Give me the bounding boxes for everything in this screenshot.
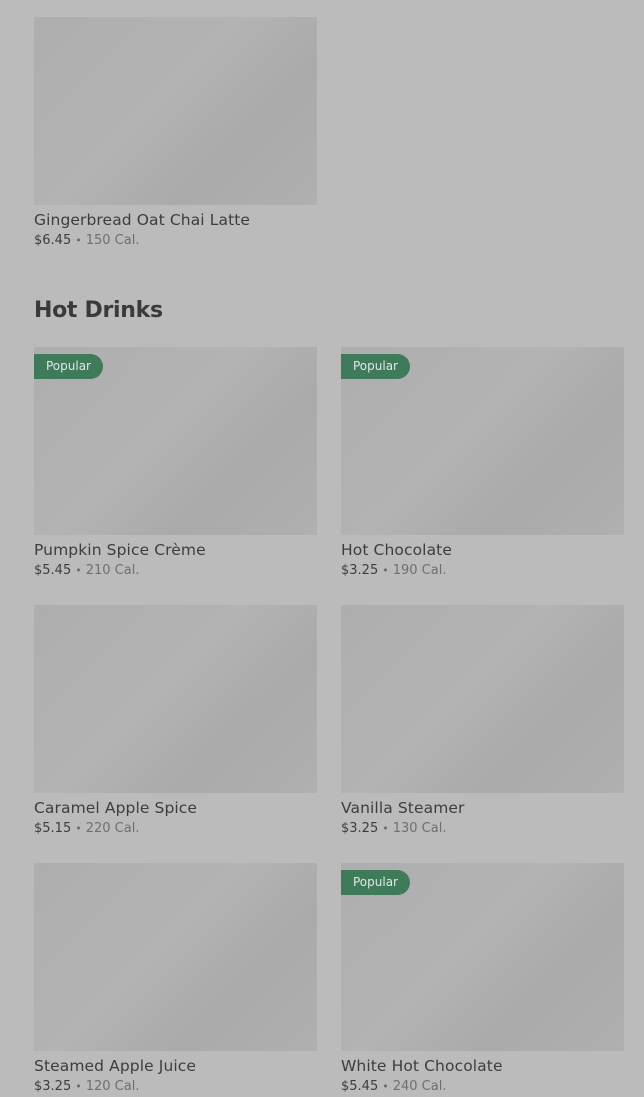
separator-dot: • <box>75 1080 82 1093</box>
popular-badge: Popular <box>341 870 410 895</box>
product-meta: $6.45 • 150 Cal. <box>34 231 317 251</box>
separator-dot: • <box>382 822 389 835</box>
product-image[interactable]: Popular <box>341 863 624 1051</box>
product-image[interactable] <box>34 863 317 1051</box>
product-image[interactable] <box>34 17 317 205</box>
product-calories: 210 Cal. <box>85 563 140 578</box>
product-meta: $3.25 • 190 Cal. <box>341 561 624 581</box>
product-name[interactable]: Gingerbread Oat Chai Latte <box>34 209 317 231</box>
menu-item-card[interactable]: Steamed Apple Juice $3.25 • 120 Cal. <box>34 863 317 1097</box>
product-meta: $5.45 • 240 Cal. <box>341 1077 624 1097</box>
product-meta: $5.15 • 220 Cal. <box>34 819 317 839</box>
separator-dot: • <box>382 564 389 577</box>
popular-badge: Popular <box>341 354 410 379</box>
popular-badge: Popular <box>34 354 103 379</box>
product-image[interactable]: Popular <box>341 347 624 535</box>
product-calories: 220 Cal. <box>85 821 140 836</box>
section-title: Hot Drinks <box>34 298 163 323</box>
menu-item-card[interactable]: Caramel Apple Spice $5.15 • 220 Cal. <box>34 605 317 839</box>
product-price: $5.45 <box>341 1079 379 1094</box>
separator-dot: • <box>75 564 82 577</box>
menu-item-card[interactable]: Popular Pumpkin Spice Crème $5.45 • 210 Ca… <box>34 347 317 581</box>
product-meta: $3.25 • 120 Cal. <box>34 1077 317 1097</box>
product-price: $5.15 <box>34 821 72 836</box>
product-name[interactable]: Pumpkin Spice Crème <box>34 539 317 561</box>
menu-item-card[interactable]: Popular White Hot Chocolate $5.45 • 240 Ca… <box>341 863 624 1097</box>
menu-item-card[interactable]: Vanilla Steamer $3.25 • 130 Cal. <box>341 605 624 839</box>
product-price: $3.25 <box>341 563 379 578</box>
product-image[interactable] <box>34 605 317 793</box>
product-name[interactable]: Caramel Apple Spice <box>34 797 317 819</box>
product-price: $3.25 <box>34 1079 72 1094</box>
product-price: $5.45 <box>34 563 72 578</box>
product-image[interactable]: Popular <box>34 347 317 535</box>
product-price: $3.25 <box>341 821 379 836</box>
product-calories: 240 Cal. <box>392 1079 447 1094</box>
product-image[interactable] <box>341 605 624 793</box>
product-name[interactable]: White Hot Chocolate <box>341 1055 624 1077</box>
menu-page: Gingerbread Oat Chai Latte $6.45 • 150 Cal… <box>0 0 644 1096</box>
product-meta: $3.25 • 130 Cal. <box>341 819 624 839</box>
product-calories: 150 Cal. <box>85 233 140 248</box>
product-price: $6.45 <box>34 233 72 248</box>
menu-item-card[interactable]: Gingerbread Oat Chai Latte $6.45 • 150 Cal… <box>34 17 317 251</box>
product-calories: 190 Cal. <box>392 563 447 578</box>
product-calories: 130 Cal. <box>392 821 447 836</box>
menu-item-card[interactable]: Popular Hot Chocolate $3.25 • 190 Cal. <box>341 347 624 581</box>
product-calories: 120 Cal. <box>85 1079 140 1094</box>
product-name[interactable]: Hot Chocolate <box>341 539 624 561</box>
separator-dot: • <box>75 234 82 247</box>
product-name[interactable]: Vanilla Steamer <box>341 797 624 819</box>
product-meta: $5.45 • 210 Cal. <box>34 561 317 581</box>
product-name[interactable]: Steamed Apple Juice <box>34 1055 317 1077</box>
separator-dot: • <box>75 822 82 835</box>
separator-dot: • <box>382 1080 389 1093</box>
